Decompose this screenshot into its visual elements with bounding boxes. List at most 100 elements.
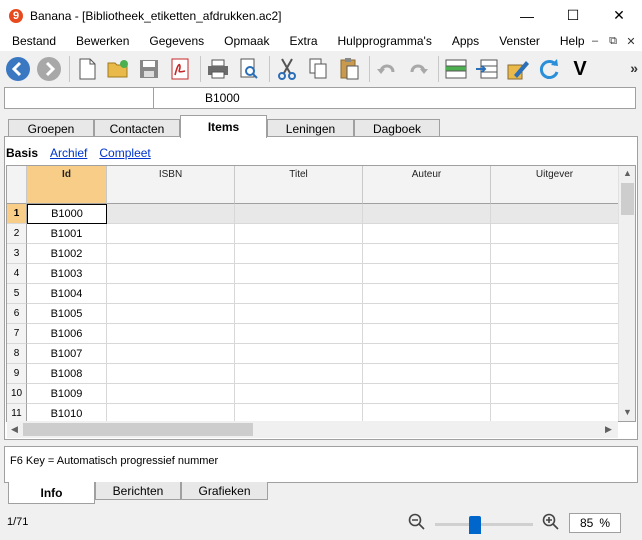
cut-icon[interactable] xyxy=(273,55,301,83)
cell-id[interactable]: B1006 xyxy=(27,324,107,344)
view-compleet[interactable]: Compleet xyxy=(99,146,150,160)
zoom-slider-track[interactable] xyxy=(435,523,533,526)
row-number[interactable]: 3 xyxy=(7,244,27,264)
recalculate-icon[interactable] xyxy=(535,55,563,83)
table-cell[interactable] xyxy=(491,244,619,264)
column-header-titel[interactable]: Titel xyxy=(235,166,363,204)
table-cell[interactable] xyxy=(363,204,491,224)
cell-address-field[interactable] xyxy=(5,88,154,108)
table-cell[interactable] xyxy=(491,204,619,224)
doc-close-button[interactable]: ✕ xyxy=(622,31,640,51)
new-document-icon[interactable] xyxy=(73,55,101,83)
view-archief[interactable]: Archief xyxy=(50,146,87,160)
menu-opmaak[interactable]: Opmaak xyxy=(214,31,279,51)
table-cell[interactable] xyxy=(235,324,363,344)
column-header-isbn[interactable]: ISBN xyxy=(107,166,235,204)
vertical-scrollbar[interactable]: ▲ ▼ xyxy=(618,166,635,421)
table-cell[interactable] xyxy=(363,384,491,404)
menu-extra[interactable]: Extra xyxy=(279,31,327,51)
table-cell[interactable] xyxy=(491,304,619,324)
edit-tools-icon[interactable] xyxy=(504,55,532,83)
cell-id[interactable]: B1010 xyxy=(27,404,107,421)
row-number[interactable]: 11 xyxy=(7,404,27,421)
column-header-auteur[interactable]: Auteur xyxy=(363,166,491,204)
table-cell[interactable] xyxy=(107,364,235,384)
cell-id[interactable]: B1000 xyxy=(27,204,107,224)
table-cell[interactable] xyxy=(107,324,235,344)
table-cell[interactable] xyxy=(107,264,235,284)
tab-groepen[interactable]: Groepen xyxy=(8,119,94,137)
table-cell[interactable] xyxy=(491,404,619,421)
column-header-id[interactable]: Id xyxy=(27,166,107,204)
forward-icon[interactable] xyxy=(35,55,63,83)
table-cell[interactable] xyxy=(235,344,363,364)
table-cell[interactable] xyxy=(235,304,363,324)
row-number[interactable]: 6 xyxy=(7,304,27,324)
corner-header[interactable] xyxy=(7,166,27,204)
table-cell[interactable] xyxy=(363,344,491,364)
close-button[interactable]: ✕ xyxy=(596,0,642,31)
row-number[interactable]: 1 xyxy=(7,204,27,224)
row-number[interactable]: 7 xyxy=(7,324,27,344)
row-number[interactable]: 9 xyxy=(7,364,27,384)
insert-row-icon[interactable] xyxy=(442,55,470,83)
table-cell[interactable] xyxy=(235,364,363,384)
table-cell[interactable] xyxy=(491,264,619,284)
row-number[interactable]: 10 xyxy=(7,384,27,404)
table-cell[interactable] xyxy=(363,284,491,304)
doc-restore-button[interactable]: ⧉ xyxy=(604,31,622,51)
row-number[interactable]: 8 xyxy=(7,344,27,364)
zoom-slider-thumb[interactable] xyxy=(469,516,481,534)
scroll-left-icon[interactable]: ◀ xyxy=(11,424,18,435)
paste-icon[interactable] xyxy=(335,55,363,83)
table-cell[interactable] xyxy=(107,404,235,421)
table-cell[interactable] xyxy=(491,324,619,344)
table-cell[interactable] xyxy=(491,384,619,404)
cell-id[interactable]: B1002 xyxy=(27,244,107,264)
table-cell[interactable] xyxy=(363,324,491,344)
table-cell[interactable] xyxy=(107,204,235,224)
table-cell[interactable] xyxy=(107,304,235,324)
cell-id[interactable]: B1004 xyxy=(27,284,107,304)
table-cell[interactable] xyxy=(235,264,363,284)
table-cell[interactable] xyxy=(491,224,619,244)
row-number[interactable]: 4 xyxy=(7,264,27,284)
scroll-up-icon[interactable]: ▲ xyxy=(623,168,632,178)
menu-gegevens[interactable]: Gegevens xyxy=(139,31,214,51)
menu-bestand[interactable]: Bestand xyxy=(0,31,66,51)
open-folder-icon[interactable] xyxy=(104,55,132,83)
table-cell[interactable] xyxy=(107,384,235,404)
back-icon[interactable] xyxy=(4,55,32,83)
table-cell[interactable] xyxy=(107,244,235,264)
pdf-icon[interactable] xyxy=(166,55,194,83)
table-cell[interactable] xyxy=(363,404,491,421)
tab-contacten[interactable]: Contacten xyxy=(94,119,180,137)
cell-id[interactable]: B1005 xyxy=(27,304,107,324)
tab-dagboek[interactable]: Dagboek xyxy=(354,119,440,137)
table-cell[interactable] xyxy=(107,284,235,304)
undo-icon[interactable] xyxy=(373,55,401,83)
minimize-button[interactable]: — xyxy=(504,0,550,31)
table-cell[interactable] xyxy=(235,204,363,224)
print-icon[interactable] xyxy=(204,55,232,83)
table-cell[interactable] xyxy=(235,284,363,304)
cell-id[interactable]: B1007 xyxy=(27,344,107,364)
redo-icon[interactable] xyxy=(404,55,432,83)
row-number[interactable]: 2 xyxy=(7,224,27,244)
zoom-out-icon[interactable] xyxy=(408,513,426,531)
menu-apps[interactable]: Apps xyxy=(442,31,489,51)
scroll-right-icon[interactable]: ▶ xyxy=(605,424,612,435)
tab-items[interactable]: Items xyxy=(180,115,267,138)
tab-leningen[interactable]: Leningen xyxy=(267,119,354,137)
table-cell[interactable] xyxy=(107,224,235,244)
cell-id[interactable]: B1001 xyxy=(27,224,107,244)
table-cell[interactable] xyxy=(491,364,619,384)
column-header-uitgever[interactable]: Uitgever xyxy=(491,166,619,204)
tab-berichten[interactable]: Berichten xyxy=(95,482,181,500)
cell-id[interactable]: B1009 xyxy=(27,384,107,404)
cell-content-field[interactable]: B1000 xyxy=(205,91,240,105)
table-cell[interactable] xyxy=(363,244,491,264)
maximize-button[interactable]: ☐ xyxy=(550,0,596,31)
table-cell[interactable] xyxy=(363,364,491,384)
zoom-value-field[interactable]: 85 % xyxy=(569,513,621,533)
